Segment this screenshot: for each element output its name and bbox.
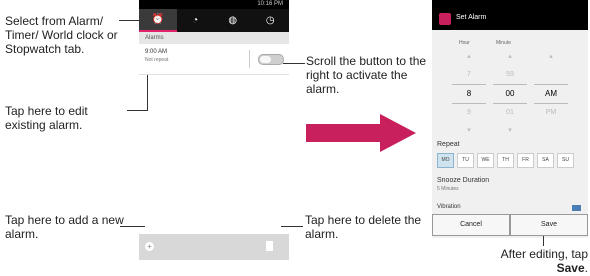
callout-add-alarm: Tap here to add a new alarm. — [5, 213, 124, 241]
picker-down-icon[interactable]: ▾ — [452, 122, 486, 140]
ampm-next: PM — [545, 109, 557, 116]
alarms-section-header: Alarms — [139, 32, 289, 44]
alarm-icon: ⏰ — [151, 14, 164, 25]
alarm-time: 9:00 AM — [145, 49, 168, 55]
ampm-picker[interactable]: ▴ AM PM — [534, 48, 568, 140]
timer-icon: ◔ — [192, 15, 199, 26]
add-alarm-button[interactable]: + — [145, 242, 154, 251]
button-row: Cancel Save — [432, 214, 588, 236]
set-alarm-screen: Set Alarm Hour Minute ▴ 7 8 9 ▾ ▴ 59 00 … — [432, 0, 588, 238]
hour-selected: 8 — [452, 84, 486, 104]
picker-up-icon[interactable]: ▴ — [452, 48, 486, 66]
callout-edit-alarm: Tap here to edit existing alarm. — [5, 104, 88, 132]
save-button[interactable]: Save — [510, 214, 588, 236]
day-tu[interactable]: TU — [457, 153, 474, 168]
hour-prev: 7 — [467, 71, 471, 78]
right-arrow-icon — [306, 114, 416, 152]
hour-picker[interactable]: ▴ 7 8 9 ▾ — [452, 48, 486, 140]
day-mo[interactable]: MO — [437, 153, 454, 168]
callout-select-tab: Select from Alarm/ Timer/ World clock or… — [5, 14, 118, 56]
alarm-list-item[interactable]: 9:00 AM Not repeat — [139, 44, 289, 75]
bottom-action-bar: + — [139, 234, 289, 260]
picker-down-icon[interactable]: ▾ — [493, 122, 527, 140]
set-alarm-header: Set Alarm — [432, 0, 588, 30]
snooze-duration-label[interactable]: Snooze Duration — [437, 177, 489, 184]
ampm-selected: AM — [534, 84, 568, 104]
stopwatch-icon: ◷ — [265, 15, 275, 26]
callout-line-delete — [281, 226, 303, 227]
alarm-toggle[interactable] — [258, 54, 284, 65]
snooze-duration-value: 5 Minutes — [437, 186, 459, 192]
minute-selected: 00 — [493, 84, 527, 104]
toggle-knob[interactable] — [260, 56, 271, 63]
delete-icon[interactable] — [266, 241, 273, 251]
add-icon: + — [147, 242, 152, 251]
vibration-checkbox-icon[interactable] — [572, 205, 581, 211]
day-th[interactable]: TH — [497, 153, 514, 168]
tab-timer[interactable]: ◔ — [177, 9, 215, 32]
clock-app-screen: 10:16 PM ⏰ ◔ ◍ ◷ Alarms 9:00 AM Not repe… — [139, 0, 289, 276]
repeat-days: MO TU WE TH FR SA SU — [437, 153, 574, 168]
minute-prev: 59 — [506, 71, 514, 78]
callout-after-editing: After editing, tap Save. — [470, 247, 588, 275]
hour-next: 9 — [467, 109, 471, 116]
divider — [249, 50, 250, 68]
callout-scroll-button: Scroll the button to the right to activa… — [306, 54, 427, 96]
callout-save-word: Save — [556, 261, 585, 275]
picker-up-icon[interactable]: ▴ — [534, 48, 568, 66]
tab-stopwatch[interactable]: ◷ — [252, 9, 290, 32]
day-su[interactable]: SU — [557, 153, 574, 168]
callout-after-editing-text: After editing, tap — [500, 247, 588, 261]
minute-next: 01 — [506, 109, 514, 116]
vibration-label: Vibration — [437, 204, 461, 210]
callout-delete-alarm: Tap here to delete the alarm. — [305, 213, 422, 241]
minute-label: Minute — [496, 40, 512, 46]
alarm-repeat: Not repeat — [145, 57, 169, 63]
picker-up-icon[interactable]: ▴ — [493, 48, 527, 66]
day-sa[interactable]: SA — [537, 153, 554, 168]
status-time: 10:16 PM — [257, 1, 283, 7]
hour-label: Hour — [459, 40, 470, 46]
ampm-prev — [534, 66, 568, 84]
repeat-label: Repeat — [437, 141, 460, 148]
minute-picker[interactable]: ▴ 59 00 01 ▾ — [493, 48, 527, 140]
tab-world-clock[interactable]: ◍ — [214, 9, 252, 32]
callout-line-save — [543, 236, 544, 246]
callout-line-scroll — [283, 63, 305, 64]
clock-app-icon — [439, 13, 451, 25]
day-we[interactable]: WE — [477, 153, 494, 168]
day-fr[interactable]: FR — [517, 153, 534, 168]
clock-tab-bar: ⏰ ◔ ◍ ◷ — [139, 9, 289, 32]
world-clock-icon: ◍ — [228, 15, 238, 26]
status-bar: 10:16 PM — [139, 0, 289, 9]
cancel-button[interactable]: Cancel — [432, 214, 510, 236]
set-alarm-title: Set Alarm — [456, 14, 487, 21]
callout-period: . — [584, 261, 588, 275]
tab-alarm[interactable]: ⏰ — [139, 9, 177, 32]
